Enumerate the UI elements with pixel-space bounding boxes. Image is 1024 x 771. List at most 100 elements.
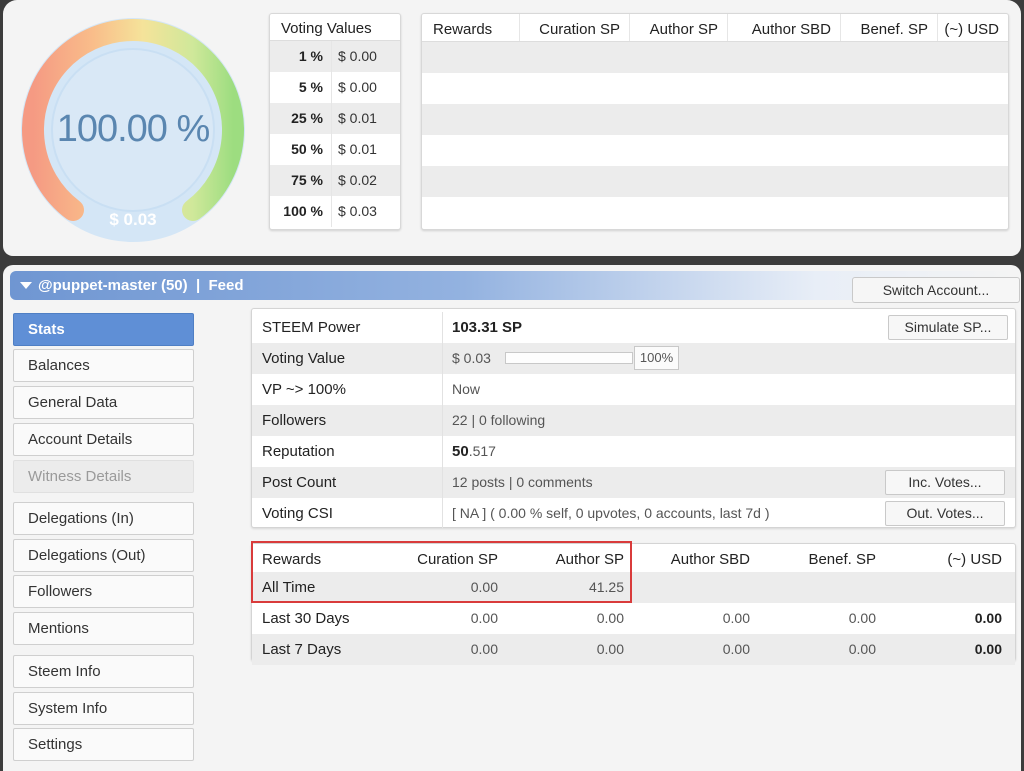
author-sp: 0.00 [596, 610, 624, 626]
stat-row-voting-csi: Voting CSI [ NA ] ( 0.00 % self, 0 upvot… [252, 498, 1015, 529]
simulate-sp-button[interactable]: Simulate SP... [888, 315, 1008, 340]
col-benef-sp: Benef. SP [841, 14, 938, 41]
vote-pct: 50 % [270, 134, 332, 165]
table-header: Rewards Curation SP Author SP Author SBD… [422, 14, 1008, 42]
table-row: Last 7 Days 0.00 0.00 0.00 0.00 0.00 [252, 634, 1015, 665]
table-row: 1 % $ 0.00 [270, 41, 400, 72]
nav-item-delegations-in[interactable]: Delegations (In) [13, 502, 194, 535]
voting-weight-percent: 100% [634, 346, 679, 370]
reputation-frac: .517 [468, 443, 496, 459]
stat-row-steem-power: STEEM Power 103.31 SP Simulate SP... [252, 312, 1015, 343]
table-row [422, 135, 1008, 166]
nav-item-account-details[interactable]: Account Details [13, 423, 194, 456]
nav-item-system-info[interactable]: System Info [13, 692, 194, 725]
top-panel: 100.00 % $ 0.03 Voting Values 1 % $ 0.00 … [3, 0, 1021, 256]
nav-item-delegations-out[interactable]: Delegations (Out) [13, 539, 194, 572]
table-row [422, 166, 1008, 197]
stat-label: STEEM Power [262, 319, 361, 336]
voting-power-gauge: 100.00 % $ 0.03 [13, 10, 253, 250]
highlight-box [251, 541, 632, 603]
nav-item-steem-info[interactable]: Steem Info [13, 655, 194, 688]
benef-sp: 0.00 [848, 641, 876, 657]
curation-sp: 0.00 [470, 641, 498, 657]
vote-usd: $ 0.01 [338, 110, 377, 126]
row-label: Last 7 Days [262, 641, 342, 658]
stat-value: $ 0.03 [452, 350, 491, 366]
stat-row-vp: VP ~> 100% Now [252, 374, 1015, 405]
author-sbd: 0.00 [722, 610, 750, 626]
stat-row-reputation: Reputation 50.517 [252, 436, 1015, 467]
vote-usd: $ 0.01 [338, 141, 377, 157]
stat-label: Reputation [262, 443, 335, 460]
voting-weight-slider[interactable] [505, 352, 633, 364]
table-row: 75 % $ 0.02 [270, 165, 400, 196]
vote-pct: 5 % [270, 72, 332, 103]
stat-row-voting-value: Voting Value $ 0.03 100% [252, 343, 1015, 374]
voting-values-table: Voting Values 1 % $ 0.00 5 % $ 0.00 25 % $ … [269, 13, 401, 230]
main-panel: @puppet-master (50) | Feed Switch Accoun… [3, 265, 1021, 771]
benef-sp: 0.00 [848, 610, 876, 626]
switch-account-button[interactable]: Switch Account... [852, 277, 1020, 303]
vote-pct: 25 % [270, 103, 332, 134]
nav-item-stats[interactable]: Stats [13, 313, 194, 346]
table-row: 5 % $ 0.00 [270, 72, 400, 103]
stat-label: VP ~> 100% [262, 381, 346, 398]
stat-value: 50.517 [452, 436, 496, 467]
stat-value: 103.31 SP [452, 319, 523, 336]
author-sbd: 0.00 [722, 641, 750, 657]
table-row: 50 % $ 0.01 [270, 134, 400, 165]
nav-item-balances[interactable]: Balances [13, 349, 194, 382]
stat-value: [ NA ] ( 0.00 % self, 0 upvotes, 0 accou… [452, 505, 770, 521]
table-row [422, 104, 1008, 135]
vote-pct: 75 % [270, 165, 332, 196]
nav-item-mentions[interactable]: Mentions [13, 612, 194, 645]
col-author-sp: Author SP [630, 14, 728, 41]
stat-label: Followers [262, 412, 327, 429]
table-row [422, 73, 1008, 104]
author-sp: 0.00 [596, 641, 624, 657]
row-label: Last 30 Days [262, 610, 350, 627]
table-row: Last 30 Days 0.00 0.00 0.00 0.00 0.00 [252, 603, 1015, 634]
stat-label: Voting Value [262, 350, 346, 367]
col-rewards: Rewards [422, 14, 520, 41]
vote-usd: $ 0.00 [338, 48, 377, 64]
vote-pct: 1 % [270, 41, 332, 72]
pending-rewards-table: Rewards Curation SP Author SP Author SBD… [421, 13, 1009, 230]
nav-item-settings[interactable]: Settings [13, 728, 194, 761]
voting-values-title: Voting Values [270, 14, 400, 41]
vote-usd: $ 0.03 [338, 203, 377, 219]
col-usd: (~) USD [944, 21, 999, 38]
stat-value: 12 posts | 0 comments [452, 474, 593, 490]
account-title[interactable]: @puppet-master (50) | Feed [20, 271, 244, 300]
nav-item-general-data[interactable]: General Data [13, 386, 194, 419]
stat-row-post-count: Post Count 12 posts | 0 comments Inc. Vo… [252, 467, 1015, 498]
curation-sp: 0.00 [470, 610, 498, 626]
stat-label: Voting CSI [262, 505, 333, 522]
stat-row-followers: Followers 22 | 0 following [252, 405, 1015, 436]
inc-votes-button[interactable]: Inc. Votes... [885, 470, 1005, 495]
reputation-whole: 50 [452, 443, 469, 460]
nav-item-followers[interactable]: Followers [13, 575, 194, 608]
voting-power-percent: 100.00 % [56, 108, 211, 150]
vote-value-usd: $ 0.03 [109, 210, 157, 229]
table-row [422, 42, 1008, 73]
usd: 0.00 [974, 610, 1002, 626]
vote-usd: $ 0.00 [338, 79, 377, 95]
stat-value: Now [452, 381, 481, 397]
table-row [422, 197, 1008, 228]
col-curation-sp: Curation SP [520, 14, 630, 41]
table-row: 25 % $ 0.01 [270, 103, 400, 134]
account-name-label: @puppet-master (50) | Feed [38, 277, 244, 294]
stats-table: STEEM Power 103.31 SP Simulate SP... Vot… [251, 308, 1016, 529]
collapse-triangle-icon[interactable] [20, 282, 32, 289]
stat-value: 22 | 0 following [452, 412, 546, 428]
vote-pct: 100 % [270, 196, 332, 227]
vote-usd: $ 0.02 [338, 172, 377, 188]
account-title-bar[interactable]: @puppet-master (50) | Feed Switch Accoun… [10, 271, 1020, 303]
table-row: 100 % $ 0.03 [270, 196, 400, 227]
stat-label: Post Count [262, 474, 337, 491]
nav-item-witness-details: Witness Details [13, 460, 194, 493]
usd: 0.00 [974, 641, 1002, 657]
out-votes-button[interactable]: Out. Votes... [885, 501, 1005, 526]
col-author-sbd: Author SBD [728, 14, 841, 41]
